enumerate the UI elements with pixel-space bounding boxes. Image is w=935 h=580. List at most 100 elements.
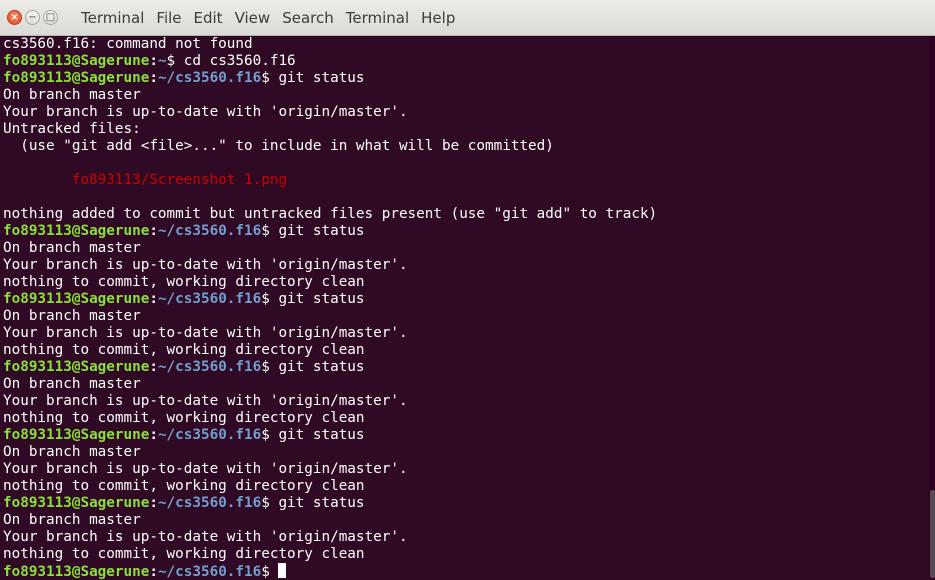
prompt-user-host: fo893113@Sagerune [3,495,150,511]
output-text: On branch master [3,376,141,392]
terminal-line: fo893113@Sagerune:~/cs3560.f16$ git stat… [3,359,928,376]
terminal-line: Your branch is up-to-date with 'origin/m… [3,257,928,274]
prompt-user-host: fo893113@Sagerune [3,291,150,307]
prompt-separator: : [149,359,158,375]
prompt-separator: : [149,223,158,239]
terminal-line: On branch master [3,308,928,325]
output-text: Your branch is up-to-date with 'origin/m… [3,257,408,273]
terminal-output[interactable]: cs3560.f16: command not found fo893113@Sa… [3,36,928,580]
terminal-line: On branch master [3,240,928,257]
prompt-path: ~/cs3560.f16 [157,291,262,307]
terminal-line: fo893113@Sagerune:~/cs3560.f16$ git stat… [3,223,928,240]
prompt-user-host: fo893113@Sagerune [3,70,150,86]
terminal-line: fo893113@Sagerune:~/cs3560.f16$ git stat… [3,427,928,444]
prompt-path: ~ [157,53,167,69]
prompt-command: $ git status [261,70,365,86]
output-text: Your branch is up-to-date with 'origin/m… [3,393,408,409]
terminal-line: nothing to commit, working directory cle… [3,274,928,291]
prompt-command: $ git status [261,495,365,511]
prompt-user-host: fo893113@Sagerune [3,359,150,375]
output-text: On branch master [3,444,141,460]
terminal-line: Your branch is up-to-date with 'origin/m… [3,393,928,410]
output-text: nothing added to commit but untracked fi… [3,206,658,222]
output-text: nothing to commit, working directory cle… [3,478,365,494]
output-text: nothing to commit, working directory cle… [3,410,365,426]
menu-bar: Terminal File Edit View Search Terminal … [76,0,462,36]
text-cursor [278,563,287,578]
output-text: On branch master [3,308,141,324]
terminal-line: fo893113@Sagerune:~/cs3560.f16$ git stat… [3,495,928,512]
prompt-separator: : [149,70,158,86]
menu-terminal[interactable]: Terminal [341,0,416,36]
prompt-path: ~/cs3560.f16 [157,359,262,375]
prompt-path: ~/cs3560.f16 [157,495,262,511]
prompt-user-host: fo893113@Sagerune [3,427,150,443]
output-text: Untracked files: [3,121,141,137]
output-text: nothing to commit, working directory cle… [3,274,365,290]
terminal-line: Your branch is up-to-date with 'origin/m… [3,104,928,121]
prompt-separator: : [149,53,158,69]
menu-search[interactable]: Search [277,0,341,36]
prompt-user-host: fo893113@Sagerune [3,53,150,69]
prompt-command: $ git status [261,291,365,307]
prompt-separator: : [149,495,158,511]
output-text: Your branch is up-to-date with 'origin/m… [3,529,408,545]
prompt-command: $ git status [261,427,365,443]
title-bar: × − □ Terminal File Edit View Search Ter… [0,0,935,36]
prompt-command: $ git status [261,359,365,375]
terminal-line: On branch master [3,87,928,104]
output-text: On branch master [3,240,141,256]
maximize-window-icon[interactable]: □ [43,10,58,25]
menu-terminal-app[interactable]: Terminal [76,0,151,36]
close-window-icon[interactable]: × [7,10,22,25]
terminal-window: × − □ Terminal File Edit View Search Ter… [0,0,935,580]
terminal-line: fo893113@Sagerune:~/cs3560.f16$ git stat… [3,70,928,87]
minimize-window-icon[interactable]: − [25,10,40,25]
terminal-line: nothing to commit, working directory cle… [3,546,928,563]
prompt-separator: : [149,291,158,307]
terminal-line: cs3560.f16: command not found [3,36,928,53]
output-text: On branch master [3,512,141,528]
menu-view[interactable]: View [230,0,278,36]
output-text: cs3560.f16: command not found [3,36,253,52]
prompt-separator: : [149,427,158,443]
output-text: (use "git add <file>..." to include in w… [3,138,554,154]
terminal-line: nothing added to commit but untracked fi… [3,206,928,223]
output-text: Your branch is up-to-date with 'origin/m… [3,461,408,477]
prompt-path: ~/cs3560.f16 [157,223,262,239]
menu-help[interactable]: Help [416,0,462,36]
terminal-line: On branch master [3,512,928,529]
terminal-line: fo893113@Sagerune:~/cs3560.f16$ git stat… [3,291,928,308]
terminal-line: nothing to commit, working directory cle… [3,410,928,427]
terminal-line: fo893113/Screenshot 1.png [3,172,928,189]
terminal-line: Your branch is up-to-date with 'origin/m… [3,325,928,342]
terminal-line: nothing to commit, working directory cle… [3,478,928,495]
output-text: nothing to commit, working directory cle… [3,546,365,562]
scrollbar-thumb[interactable] [930,490,935,578]
terminal-line: Your branch is up-to-date with 'origin/m… [3,529,928,546]
terminal-line: Your branch is up-to-date with 'origin/m… [3,461,928,478]
terminal-line: nothing to commit, working directory cle… [3,342,928,359]
prompt-path: ~/cs3560.f16 [157,564,262,580]
terminal-line: On branch master [3,444,928,461]
menu-file[interactable]: File [151,0,188,36]
terminal-line: fo893113@Sagerune:~/cs3560.f16$ [3,563,928,580]
output-text: On branch master [3,87,141,103]
output-text: Your branch is up-to-date with 'origin/m… [3,104,408,120]
terminal-line: (use "git add <file>..." to include in w… [3,138,928,155]
output-text: nothing to commit, working directory cle… [3,342,365,358]
terminal-line: On branch master [3,376,928,393]
prompt-user-host: fo893113@Sagerune [3,564,150,580]
prompt-command: $ cd cs3560.f16 [166,53,296,69]
terminal-line: fo893113@Sagerune:~$ cd cs3560.f16 [3,53,928,70]
output-text: Your branch is up-to-date with 'origin/m… [3,325,408,341]
prompt-separator: : [149,564,158,580]
prompt-user-host: fo893113@Sagerune [3,223,150,239]
terminal-line: Untracked files: [3,121,928,138]
untracked-file: fo893113/Screenshot 1.png [3,172,288,188]
menu-edit[interactable]: Edit [189,0,230,36]
prompt-path: ~/cs3560.f16 [157,70,262,86]
window-controls: × − □ [7,10,58,25]
